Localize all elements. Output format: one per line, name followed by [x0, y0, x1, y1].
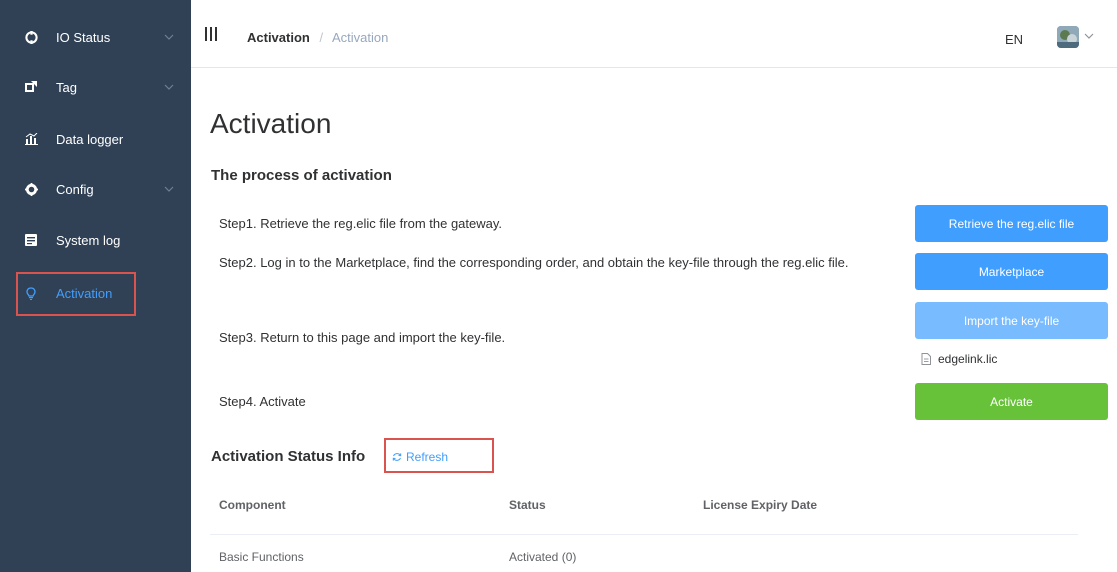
- chevron-down-icon: [164, 186, 174, 192]
- data-logger-icon: [24, 132, 38, 146]
- table-cell-component: Basic Functions: [219, 550, 304, 564]
- refresh-highlight-box: [384, 438, 494, 473]
- sidebar-item-label: Tag: [56, 79, 77, 95]
- step-1-text: Step1. Retrieve the reg.elic file from t…: [219, 216, 503, 231]
- breadcrumb: Activation / Activation: [247, 30, 388, 45]
- chevron-down-icon: [164, 34, 174, 40]
- chevron-down-icon[interactable]: [1084, 32, 1094, 40]
- breadcrumb-item[interactable]: Activation: [247, 30, 310, 45]
- step-4-text: Step4. Activate: [219, 394, 306, 409]
- sidebar-item-label: Config: [56, 181, 94, 197]
- table-divider: [210, 534, 1078, 535]
- document-icon: [921, 353, 931, 365]
- table-cell-status: Activated (0): [509, 550, 577, 564]
- hamburger-icon[interactable]: [204, 27, 218, 41]
- breadcrumb-item-current: Activation: [332, 30, 389, 45]
- sidebar-item-config[interactable]: Config: [0, 167, 191, 211]
- activation-status-title: Activation Status Info: [211, 448, 366, 465]
- import-key-file-button[interactable]: Import the key-file: [915, 302, 1108, 339]
- tag-icon: [24, 80, 38, 94]
- top-header: Activation / Activation EN: [191, 0, 1117, 68]
- sidebar-item-label: System log: [56, 232, 121, 248]
- breadcrumb-separator: /: [319, 30, 324, 45]
- column-header-status: Status: [509, 498, 546, 512]
- sidebar: IO Status Tag Data logger Config System …: [0, 0, 191, 572]
- sidebar-item-label: IO Status: [56, 29, 111, 45]
- language-selector[interactable]: EN: [1005, 32, 1023, 47]
- activation-highlight-box: [16, 272, 136, 316]
- gear-icon: [24, 182, 38, 196]
- step-2-text: Step2. Log in to the Marketplace, find t…: [219, 255, 849, 270]
- column-header-component: Component: [219, 498, 286, 512]
- sidebar-item-tag[interactable]: Tag: [0, 65, 191, 109]
- imported-file: edgelink.lic: [921, 352, 997, 366]
- column-header-license-expiry-date: License Expiry Date: [703, 498, 818, 512]
- marketplace-button[interactable]: Marketplace: [915, 253, 1108, 290]
- process-title: The process of activation: [211, 167, 392, 184]
- sidebar-item-system-log[interactable]: System log: [0, 218, 191, 262]
- system-log-icon: [24, 233, 38, 247]
- page-title: Activation: [210, 108, 332, 139]
- io-status-icon: [24, 30, 38, 44]
- chevron-down-icon: [164, 84, 174, 90]
- imported-file-name[interactable]: edgelink.lic: [938, 352, 997, 366]
- sidebar-item-io-status[interactable]: IO Status: [0, 15, 191, 59]
- step-3-text: Step3. Return to this page and import th…: [219, 330, 506, 345]
- activate-button[interactable]: Activate: [915, 383, 1108, 420]
- avatar[interactable]: [1057, 26, 1079, 48]
- retrieve-reg-elic-button[interactable]: Retrieve the reg.elic file: [915, 205, 1108, 242]
- sidebar-item-label: Data logger: [56, 131, 124, 147]
- sidebar-item-data-logger[interactable]: Data logger: [0, 117, 191, 161]
